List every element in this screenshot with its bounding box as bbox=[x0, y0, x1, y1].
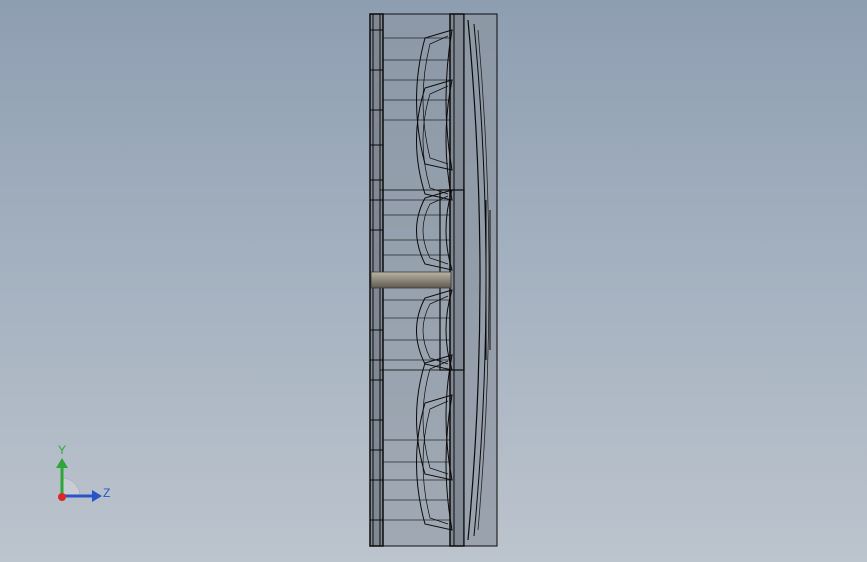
shaft bbox=[370, 271, 452, 289]
y-axis-label: Y bbox=[58, 443, 67, 457]
front-plate bbox=[449, 13, 465, 547]
y-axis-arrowhead bbox=[56, 458, 68, 468]
coordinate-triad: Y Z bbox=[40, 436, 130, 516]
z-axis-arrowhead bbox=[92, 490, 102, 502]
z-axis-label: Z bbox=[103, 486, 111, 500]
triad-graphic bbox=[56, 458, 102, 502]
triad-plane bbox=[61, 477, 81, 497]
graphics-viewport[interactable]: Y Z bbox=[0, 0, 867, 562]
x-axis-dot bbox=[58, 493, 66, 501]
fan-impeller-model[interactable] bbox=[0, 0, 867, 562]
